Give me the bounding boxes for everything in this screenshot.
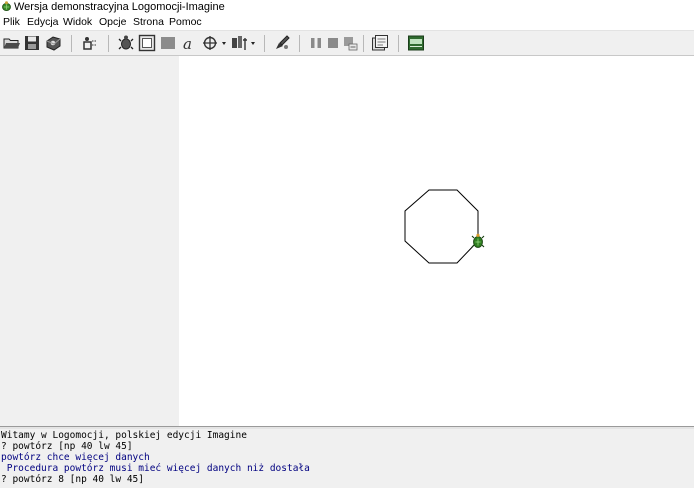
- paint-tool-icon[interactable]: [273, 34, 291, 52]
- menu-item-strona[interactable]: Strona: [133, 14, 164, 30]
- project-settings-icon[interactable]: [44, 34, 62, 52]
- stop-icon[interactable]: [324, 34, 342, 52]
- menu-item-opcje[interactable]: Opcje: [99, 14, 126, 30]
- sidebar-panel: [0, 56, 179, 426]
- turtle-app-icon: [1, 1, 12, 12]
- console-input-line[interactable]: ? powtórz 8 [np 40 lw 45]: [1, 474, 144, 485]
- pen-properties-dropdown-icon[interactable]: [230, 34, 258, 52]
- console-line: Witamy w Logomocji, polskiej edycji Imag…: [1, 430, 247, 441]
- save-disk-icon[interactable]: [23, 34, 41, 52]
- toolbar-separator: [398, 35, 399, 52]
- turtle-tool-icon[interactable]: [117, 34, 135, 52]
- command-console[interactable]: Witamy w Logomocji, polskiej edycji Imag…: [0, 429, 694, 488]
- run-icon[interactable]: [341, 34, 359, 52]
- filled-rectangle-icon[interactable]: [159, 34, 177, 52]
- toolbar-separator: [71, 35, 72, 52]
- menu-item-plik[interactable]: Plik: [3, 14, 20, 30]
- turtle-shape-dropdown-icon[interactable]: [201, 34, 229, 52]
- menu-item-edycja[interactable]: Edycja: [27, 14, 59, 30]
- window-title: Wersja demonstracyjna Logomocji-Imagine: [14, 1, 225, 13]
- console-line: powtórz chce więcej danych: [1, 452, 150, 463]
- turtle-icon[interactable]: [471, 233, 485, 248]
- page-view-icon[interactable]: [371, 34, 389, 52]
- toolbar-separator: [264, 35, 265, 52]
- memory-display-icon[interactable]: [407, 34, 425, 52]
- toolbar-separator: [363, 35, 364, 52]
- menu-bar: Plik Edycja Widok Opcje Strona Pomoc: [0, 14, 694, 30]
- menu-item-widok[interactable]: Widok: [63, 14, 92, 30]
- menu-item-pomoc[interactable]: Pomoc: [169, 14, 202, 30]
- console-line: Procedura powtórz musi mieć więcej danyc…: [1, 463, 310, 474]
- toolbar: a: [0, 30, 694, 56]
- octagon-drawing: [404, 189, 479, 264]
- svg-text:a: a: [183, 35, 192, 52]
- toolbar-separator: [108, 35, 109, 52]
- pause-icon[interactable]: [307, 34, 325, 52]
- frame-tool-icon[interactable]: [138, 34, 156, 52]
- text-tool-icon[interactable]: a: [180, 34, 198, 52]
- new-turtle-icon[interactable]: [81, 34, 99, 52]
- open-folder-icon[interactable]: [3, 34, 21, 52]
- toolbar-separator: [299, 35, 300, 52]
- drawing-canvas[interactable]: [179, 56, 694, 426]
- console-line: ? powtórz [np 40 lw 45]: [1, 441, 133, 452]
- title-bar: Wersja demonstracyjna Logomocji-Imagine: [0, 0, 694, 14]
